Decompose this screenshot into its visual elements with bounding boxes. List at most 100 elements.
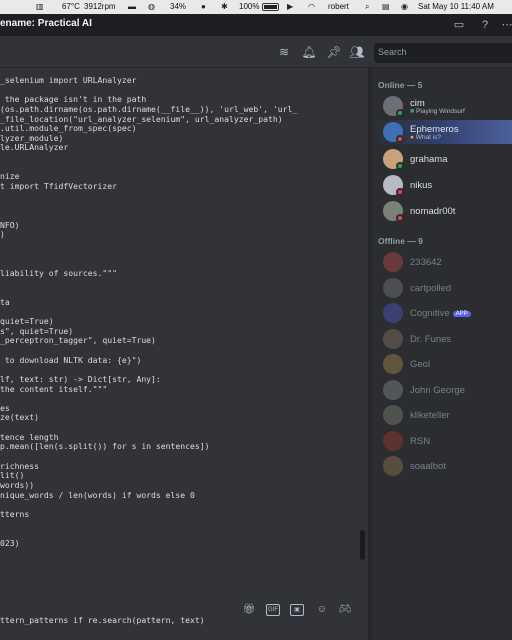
member-item[interactable]: kliketeller: [372, 403, 512, 427]
member-item[interactable]: Geol: [372, 352, 512, 376]
search-input[interactable]: Search: [374, 43, 512, 63]
help-icon[interactable]: ?: [478, 18, 492, 32]
member-item[interactable]: soaalbot: [372, 454, 512, 478]
member-name: Dr. Funes: [410, 334, 452, 345]
message-composer[interactable]: 🎁︎ GIF ▣ ☺ 🎮︎: [0, 592, 368, 628]
member-name: nomadr00t: [410, 206, 456, 217]
pin-icon[interactable]: 📌︎: [326, 44, 342, 60]
avatar: [383, 405, 403, 425]
member-item[interactable]: RSN: [372, 429, 512, 453]
activity-text: What is?: [415, 134, 442, 141]
avatar: [383, 252, 403, 272]
menubar-percent[interactable]: 34%: [170, 0, 186, 14]
member-name: John George: [410, 385, 465, 396]
member-item[interactable]: grahama: [372, 147, 512, 171]
mac-menubar: ▥ 67°C 3912rpm ▬ ◍ 34% ● ✱ 100% ▶ ◠ robe…: [0, 0, 512, 14]
member-item[interactable]: John George: [372, 378, 512, 402]
avatar: [383, 456, 403, 476]
menubar-battery-percent[interactable]: 100%: [239, 0, 259, 14]
menubar-temperature[interactable]: 67°C: [62, 0, 80, 14]
threads-icon[interactable]: ≋: [276, 44, 292, 60]
offline-section-header: Offline — 9: [378, 236, 423, 246]
member-item[interactable]: Dr. Funes: [372, 327, 512, 351]
window-title: ename: Practical AI: [0, 18, 92, 29]
member-item[interactable]: nikus: [372, 173, 512, 197]
code-line: ze(text): [0, 412, 39, 423]
menubar-user[interactable]: robert: [328, 0, 349, 14]
member-list-icon[interactable]: 👥︎: [349, 44, 365, 60]
online-section-header: Online — 5: [378, 80, 423, 90]
gif-icon[interactable]: GIF: [266, 604, 280, 616]
avatar: [383, 354, 403, 374]
member-item[interactable]: cim ■ Playing Windsurf: [372, 94, 512, 118]
status-dnd-icon: [396, 135, 404, 143]
avatar: [383, 278, 403, 298]
app-badge: APP: [452, 311, 471, 317]
play-icon[interactable]: ▶: [287, 0, 293, 14]
member-name: Geol: [410, 359, 431, 370]
more-icon[interactable]: ⋯: [500, 18, 512, 32]
window-titlebar: ename: Practical AI ▭ ? ⋯: [0, 14, 512, 36]
activities-icon[interactable]: 🎮︎: [338, 604, 352, 616]
member-item[interactable]: Ephemeros ● What is?: [372, 120, 512, 144]
siri-icon[interactable]: ◉: [401, 0, 408, 14]
member-name: 233642: [410, 257, 442, 268]
avatar: [383, 431, 403, 451]
chat-scrollbar[interactable]: [360, 530, 365, 560]
status-online-icon: [396, 109, 404, 117]
member-name: Cognitive APP: [410, 308, 471, 319]
sticker-icon[interactable]: ▣: [290, 604, 304, 616]
bluetooth-icon[interactable]: ✱: [221, 0, 228, 14]
member-item[interactable]: 233642: [372, 250, 512, 274]
code-line: p.mean([len(s.split()) for s in sentence…: [0, 441, 210, 452]
channel-header: ≋ 🔔︎ 📌︎ 👥︎ Search: [0, 36, 512, 68]
code-line: liability of sources.""": [0, 267, 117, 278]
member-item[interactable]: Cognitive APP: [372, 301, 512, 325]
member-name-text: Cognitive: [410, 308, 450, 319]
menubar-fan-speed[interactable]: 3912rpm: [84, 0, 116, 14]
notification-bell-icon[interactable]: 🔔︎: [301, 44, 317, 60]
game-controller-icon: ■: [410, 108, 415, 115]
avatar: [383, 380, 403, 400]
wifi-icon[interactable]: ◠: [308, 0, 315, 14]
code-line: le.URLAnalyzer: [0, 142, 69, 153]
control-center-icon[interactable]: ▤: [382, 0, 390, 14]
member-activity: ■ Playing Windsurf: [410, 108, 465, 115]
battery-icon[interactable]: [262, 3, 279, 11]
member-item[interactable]: nomadr00t: [372, 199, 512, 223]
member-name: nikus: [410, 180, 433, 191]
inbox-icon[interactable]: ▭: [452, 18, 466, 32]
member-name: soaalbot: [410, 461, 446, 472]
menubar-datetime[interactable]: Sat May 10 11:40 AM: [418, 0, 494, 14]
code-line: ta: [0, 296, 10, 307]
gift-icon[interactable]: 🎁︎: [242, 604, 256, 616]
code-line: _selenium import URLAnalyzer: [0, 75, 137, 85]
status-dnd-icon: [396, 188, 404, 196]
cpu-monitor-icon[interactable]: ▥: [36, 0, 44, 14]
emoji-icon[interactable]: ☺: [315, 604, 329, 616]
member-name: RSN: [410, 436, 431, 447]
person-icon[interactable]: ●: [201, 0, 206, 14]
code-line: lit(): [0, 470, 25, 481]
calendar-icon[interactable]: ▬: [128, 0, 136, 14]
code-line: 023): [0, 537, 20, 548]
member-item[interactable]: cartpolled: [372, 276, 512, 300]
search-icon[interactable]: ⌕: [365, 0, 369, 14]
avatar: [383, 329, 403, 349]
color-wheel-icon[interactable]: ◍: [148, 0, 155, 14]
code-block: _selenium import URLAnalyzer the package…: [0, 75, 297, 626]
code-line: es: [0, 402, 10, 413]
code-line: tterns: [0, 508, 30, 519]
